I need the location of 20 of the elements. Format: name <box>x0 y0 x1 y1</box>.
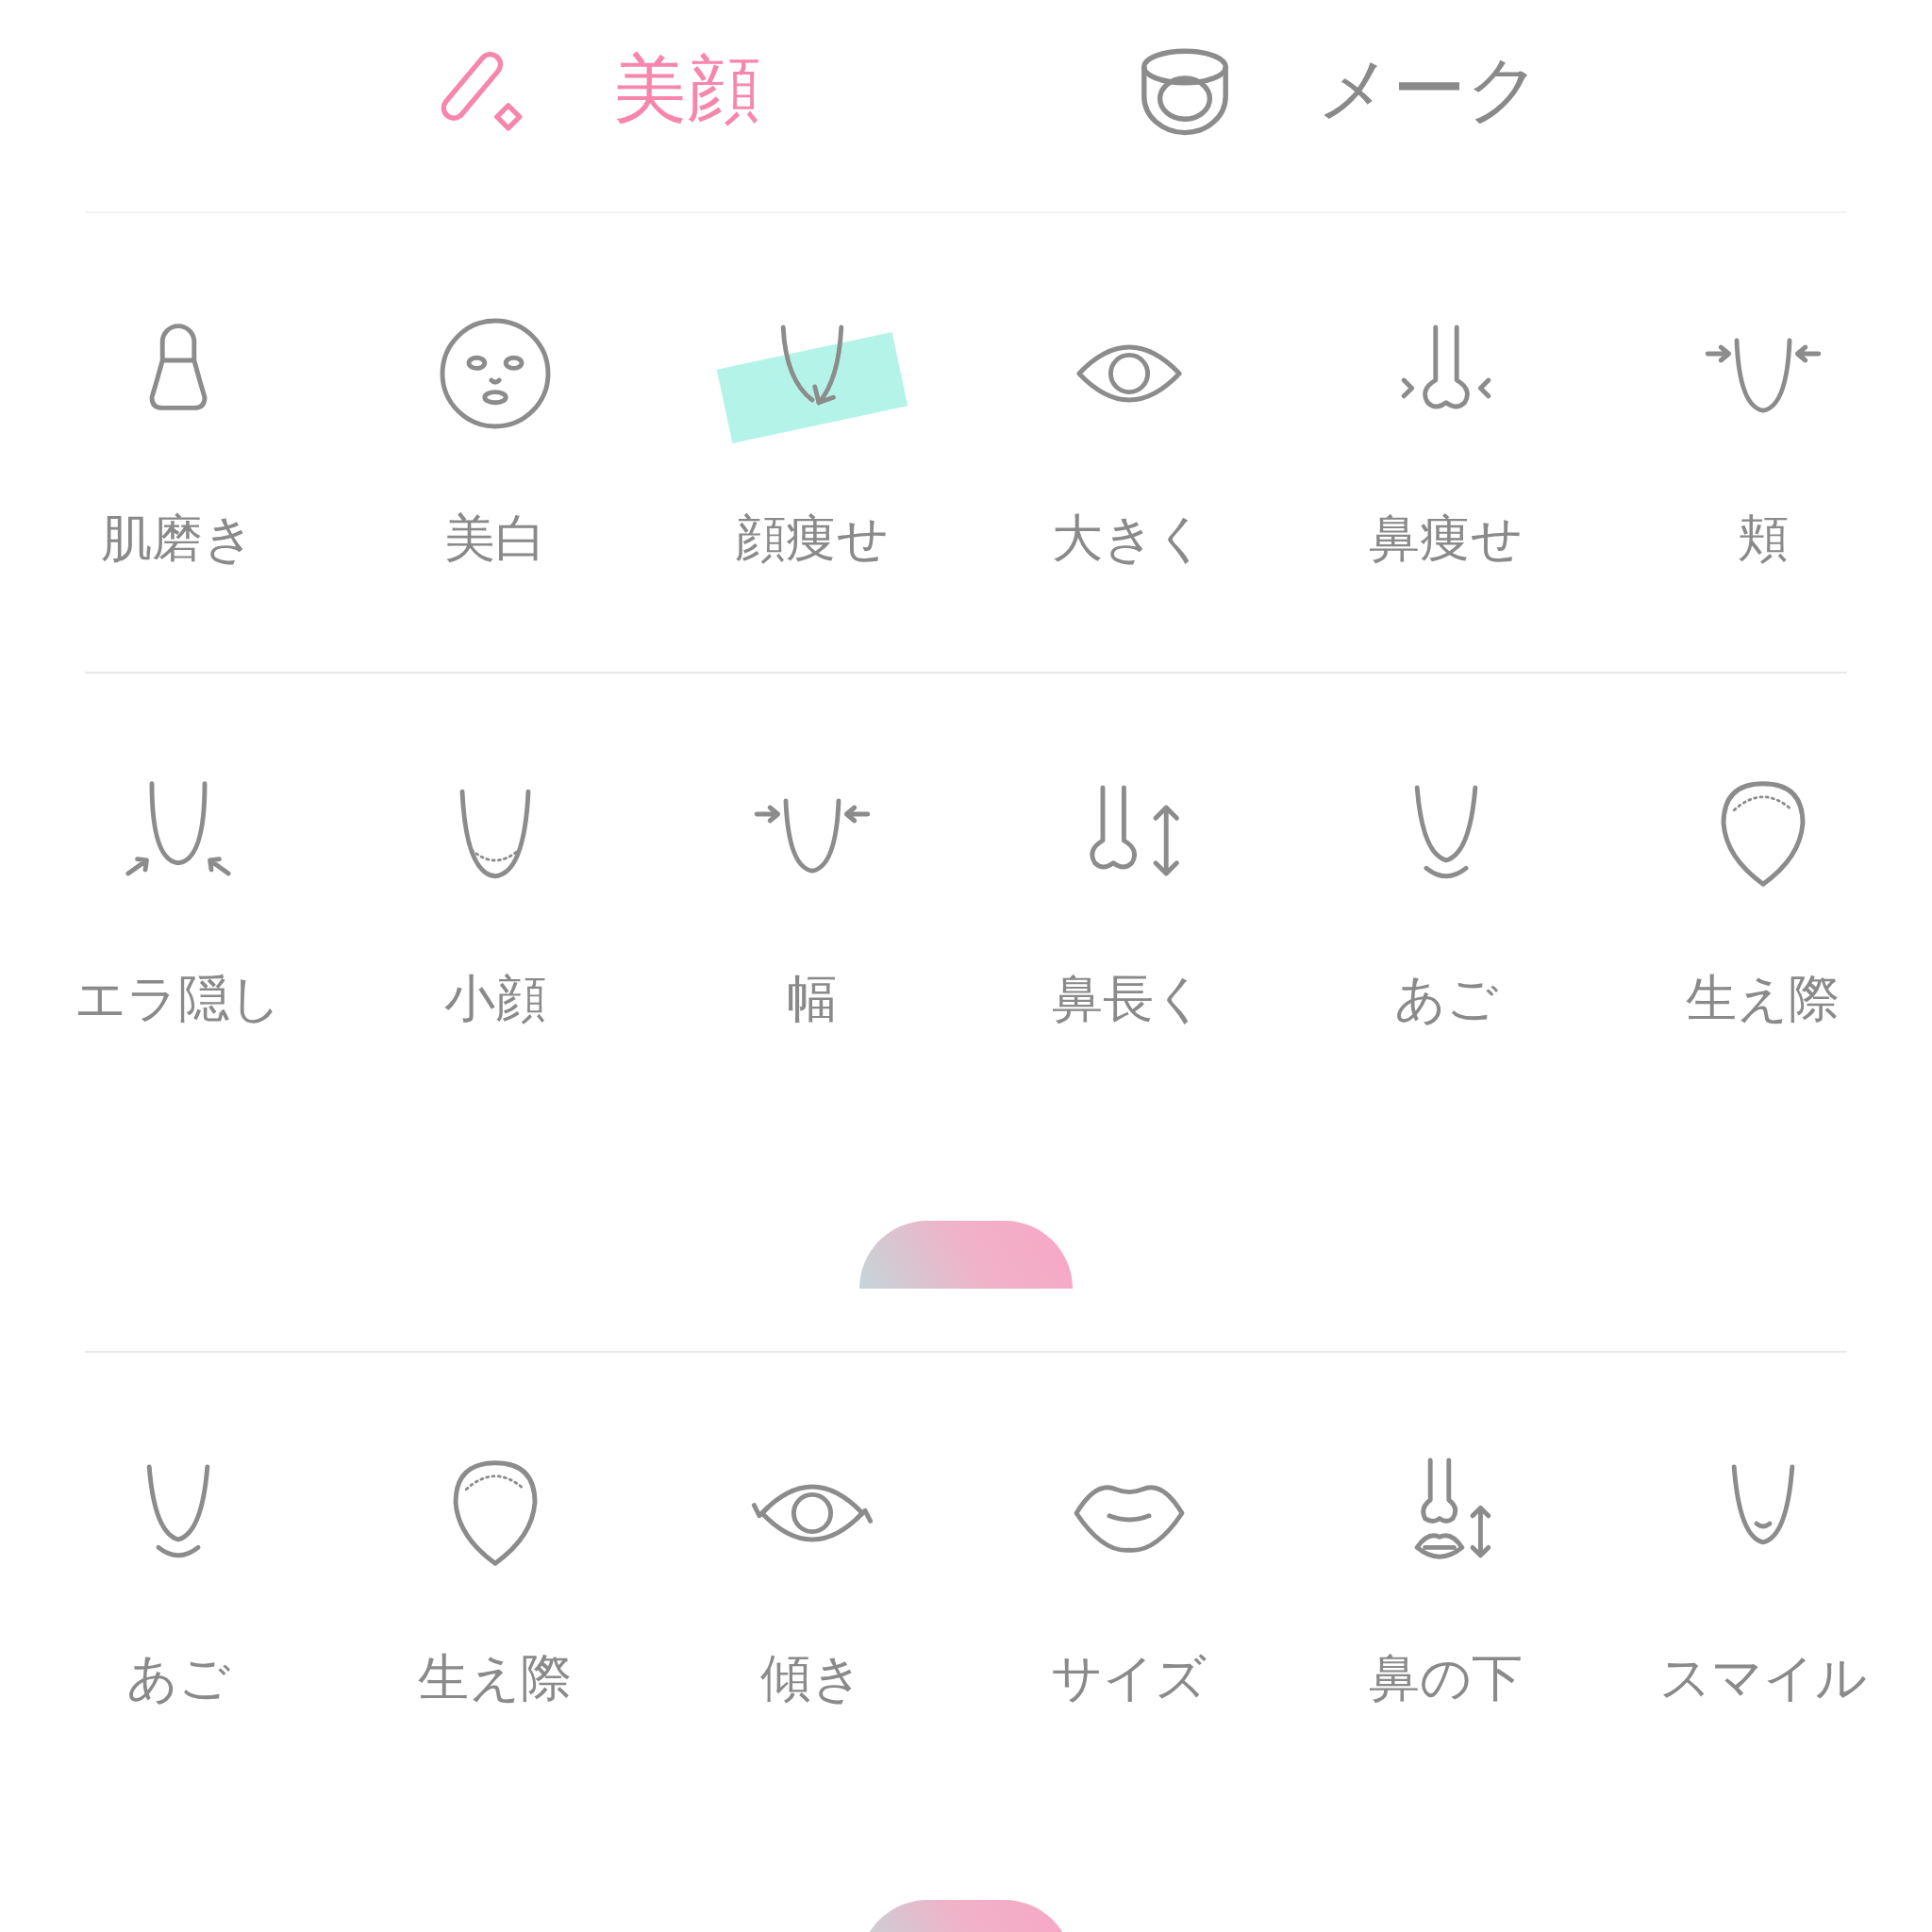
tool-item[interactable]: 小顔 <box>336 768 654 1032</box>
tab[interactable]: メーク <box>1128 33 1541 146</box>
tool-item[interactable]: 美白 <box>336 308 654 572</box>
tool-item[interactable]: エラ隠し <box>19 768 337 1032</box>
tool-item[interactable]: あご <box>1287 768 1605 1032</box>
tool-item[interactable]: 鼻の下 <box>1287 1447 1605 1711</box>
tool-item[interactable]: 頬 <box>1604 308 1922 572</box>
tool-item[interactable]: 鼻長く <box>970 768 1288 1032</box>
tool-item[interactable]: 傾き <box>653 1447 971 1711</box>
tool-item[interactable]: あご <box>19 1447 337 1711</box>
tool-item[interactable]: 幅 <box>653 768 971 1032</box>
tool-item[interactable]: 生え際 <box>1604 768 1922 1032</box>
tool-item[interactable]: 大きく <box>970 308 1288 572</box>
tool-item[interactable]: サイズ <box>970 1447 1288 1711</box>
tool-item[interactable]: 肌磨き <box>19 308 337 572</box>
tool-item[interactable]: 鼻痩せ <box>1287 308 1605 572</box>
tool-item[interactable]: 顔痩せ <box>653 308 971 572</box>
tool-item[interactable]: スマイル <box>1604 1447 1922 1711</box>
tab[interactable]: 美顔 <box>425 33 760 146</box>
tool-item[interactable]: 生え際 <box>336 1447 654 1711</box>
